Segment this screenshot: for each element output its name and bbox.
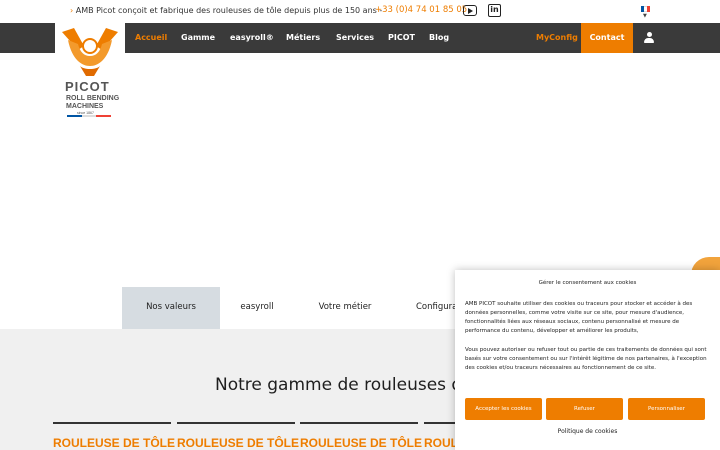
product-card-title[interactable]: ROULEUSE DE TÔLE [177, 436, 299, 450]
card-divider [53, 422, 171, 424]
linkedin-icon[interactable]: in [488, 4, 501, 17]
tab-easyroll[interactable]: easyroll [222, 287, 292, 329]
tagline-text: AMB Picot conçoit et fabrique des rouleu… [75, 6, 383, 15]
myconfig-link[interactable]: MyConfig [536, 23, 578, 53]
youtube-icon[interactable] [463, 5, 477, 16]
customize-cookies-button[interactable]: Personnaliser [628, 398, 705, 420]
nav-item-blog[interactable]: Blog [429, 23, 449, 53]
language-flag-fr-icon[interactable] [641, 6, 650, 12]
tagline: › AMB Picot conçoit et fabrique des roul… [70, 6, 382, 15]
logo-tricolor-stripe [67, 115, 112, 117]
card-divider [177, 422, 295, 424]
nav-item-picot[interactable]: PICOT [388, 23, 415, 53]
logo-emblem-icon [62, 28, 118, 76]
nav-item-gamme[interactable]: Gamme [181, 23, 215, 53]
cookie-description: AMB PICOT souhaite utiliser des cookies … [465, 301, 693, 334]
card-divider [300, 422, 418, 424]
section-title: Notre gamme de rouleuses d [215, 375, 463, 395]
user-account-icon[interactable] [644, 32, 654, 44]
chevron-down-icon[interactable]: ▼ [643, 13, 647, 19]
refuse-cookies-button[interactable]: Refuser [546, 398, 623, 420]
cookie-dialog-title: Gérer le consentement aux cookies [538, 280, 637, 286]
picot-logo[interactable]: PICOT ROLL BENDING MACHINES since 1867 [55, 23, 125, 120]
cookie-description-2: Vous pouvez autoriser ou refuser tout ou… [465, 347, 707, 371]
logo-brand-text: PICOT [65, 79, 110, 94]
nav-item-metiers[interactable]: Métiers [286, 23, 320, 53]
product-card-title[interactable]: ROULEUSE DE TÔLE [300, 436, 422, 450]
tab-nos-valeurs[interactable]: Nos valeurs [122, 287, 220, 329]
nav-item-easyroll[interactable]: easyroll® [230, 23, 274, 53]
contact-button[interactable]: Contact [581, 23, 633, 53]
top-info-bar: › AMB Picot conçoit et fabrique des roul… [0, 0, 720, 23]
phone-link[interactable]: +33 (0)4 74 01 85 05 [375, 5, 467, 15]
tab-votre-metier[interactable]: Votre métier [305, 287, 385, 329]
logo-line1: ROLL BENDING [66, 95, 120, 102]
accept-cookies-button[interactable]: Accepter les cookies [465, 398, 542, 420]
cookie-policy-link[interactable]: Politique de cookies [455, 428, 720, 435]
nav-item-accueil[interactable]: Accueil [135, 23, 167, 53]
cookie-consent-dialog: Gérer le consentement aux cookies AMB PI… [455, 270, 720, 450]
nav-item-services[interactable]: Services [336, 23, 374, 53]
tagline-arrow-icon: › [70, 6, 74, 15]
logo-line2: MACHINES [66, 103, 104, 110]
product-card-title[interactable]: ROULEUSE DE TÔLE [53, 436, 175, 450]
